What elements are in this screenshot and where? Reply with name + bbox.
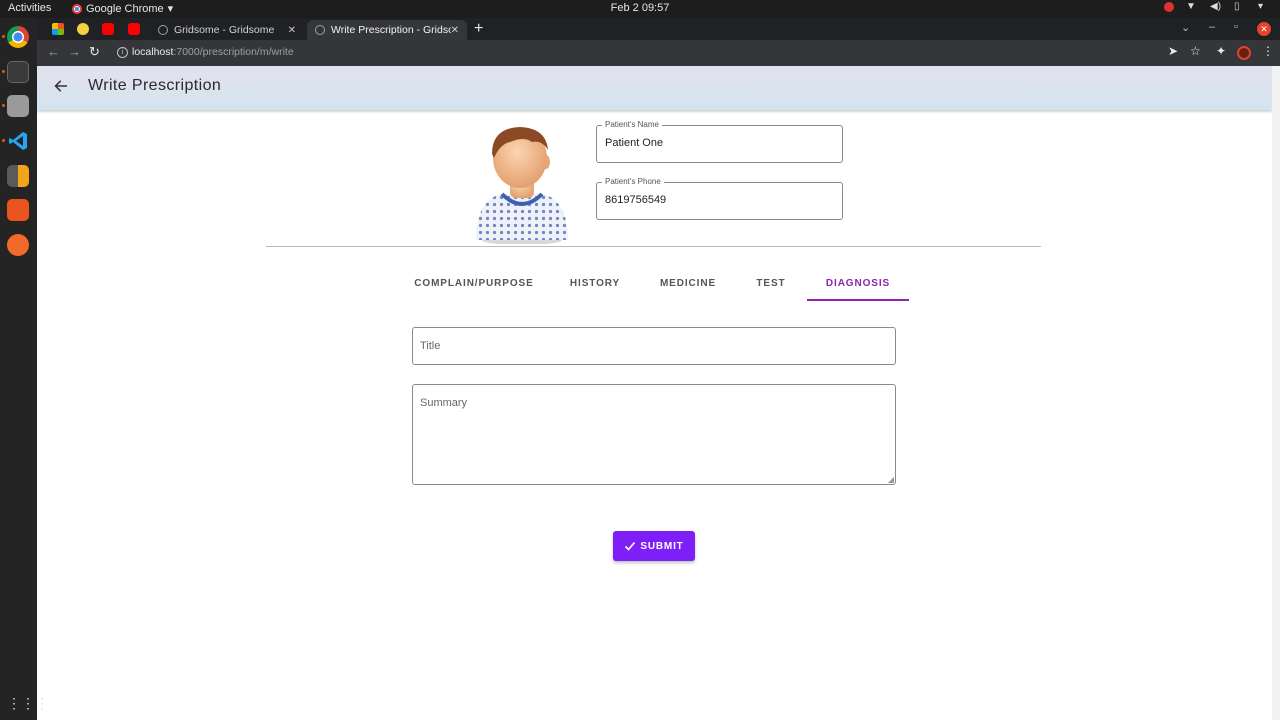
- app-header: Write Prescription: [37, 66, 1272, 110]
- microsoft-icon[interactable]: [52, 23, 64, 35]
- tab-test[interactable]: TEST: [743, 270, 799, 301]
- vscode-icon[interactable]: [7, 130, 29, 152]
- prescription-tabs: COMPLAIN/PURPOSE HISTORY MEDICINE TEST D…: [400, 270, 910, 301]
- submit-button[interactable]: SUBMIT: [613, 531, 695, 561]
- tab-search-icon[interactable]: ⌄: [1181, 21, 1190, 34]
- extensions-icon[interactable]: ✦: [1216, 44, 1226, 58]
- new-tab-button[interactable]: +: [474, 20, 483, 38]
- system-top-bar: Activities Google Chrome ▾ Feb 2 09:57 ▼…: [0, 0, 1280, 18]
- patient-name-value: Patient One: [605, 137, 664, 149]
- patient-name-field[interactable]: Patient's Name Patient One: [596, 120, 843, 163]
- page-scrollbar[interactable]: [1272, 66, 1280, 720]
- do-not-disturb-icon: [1164, 2, 1174, 12]
- section-divider: [266, 246, 1041, 247]
- software-center-icon[interactable]: [7, 199, 29, 221]
- pinned-tab-icon[interactable]: [77, 23, 89, 35]
- site-info-icon[interactable]: i: [117, 47, 128, 58]
- chrome-icon[interactable]: [7, 26, 29, 48]
- browser-tab-strip: Gridsome - Gridsome ✕ Write Prescription…: [37, 18, 1280, 40]
- patient-phone-field[interactable]: Patient's Phone 8619756549: [596, 177, 843, 220]
- chevron-down-icon: ▾: [1258, 1, 1264, 12]
- browser-tab[interactable]: Gridsome - Gridsome ✕: [150, 20, 304, 40]
- url-path: :7000/prescription/m/write: [173, 46, 294, 58]
- back-icon[interactable]: ←: [47, 44, 60, 59]
- check-icon: [625, 541, 636, 551]
- running-indicator: [2, 35, 5, 38]
- tab-medicine[interactable]: MEDICINE: [648, 270, 728, 301]
- chevron-down-icon: ▾: [167, 3, 174, 15]
- title-placeholder: Title: [420, 340, 441, 352]
- terminal-icon[interactable]: [7, 61, 29, 83]
- send-icon[interactable]: ➤: [1168, 44, 1178, 58]
- volume-icon: ◀): [1210, 1, 1222, 12]
- forward-icon[interactable]: →: [68, 44, 81, 59]
- app-menu-label: Google Chrome: [86, 2, 164, 15]
- running-indicator: [2, 70, 5, 73]
- youtube-icon[interactable]: [128, 23, 140, 35]
- system-tray[interactable]: ▼ ◀) ▯ ▾: [1164, 2, 1270, 12]
- activities-button[interactable]: Activities: [8, 2, 51, 14]
- summary-placeholder: Summary: [420, 397, 468, 409]
- close-icon[interactable]: ✕: [451, 25, 459, 36]
- restore-icon[interactable]: ▫: [1234, 21, 1238, 33]
- diagnosis-title-input[interactable]: Title: [412, 327, 896, 365]
- tab-history[interactable]: HISTORY: [560, 270, 630, 301]
- youtube-icon[interactable]: [102, 23, 114, 35]
- patient-name-label: Patient's Name: [602, 120, 662, 130]
- running-indicator: [2, 139, 5, 142]
- tab-complain-purpose[interactable]: COMPLAIN/PURPOSE: [400, 270, 548, 301]
- address-bar[interactable]: localhost:7000/prescription/m/write: [132, 46, 294, 58]
- wifi-icon: ▼: [1186, 1, 1196, 12]
- browser-toolbar: ← → ↻ i localhost:7000/prescription/m/wr…: [37, 40, 1280, 66]
- close-window-button[interactable]: ✕: [1257, 22, 1271, 36]
- app-menu[interactable]: Google Chrome ▾: [72, 2, 173, 15]
- url-host: localhost: [132, 46, 174, 58]
- page-title: Write Prescription: [88, 77, 222, 94]
- bookmark-star-icon[interactable]: ☆: [1190, 44, 1201, 58]
- kebab-menu-icon[interactable]: ⋮: [1262, 44, 1274, 58]
- browser-tab-active[interactable]: Write Prescription - Gridsome ✕: [307, 20, 467, 40]
- tab-title: Gridsome - Gridsome: [174, 24, 275, 36]
- globe-icon: [158, 25, 168, 35]
- diagnosis-summary-textarea[interactable]: Summary ◢: [412, 384, 896, 485]
- globe-icon: [315, 25, 325, 35]
- show-applications-icon[interactable]: ⋮⋮⋮: [7, 692, 49, 714]
- arrow-back-icon[interactable]: [53, 78, 69, 94]
- minimize-icon[interactable]: –: [1209, 21, 1215, 33]
- drawing-app-icon[interactable]: [7, 234, 29, 256]
- patient-avatar: [476, 127, 568, 244]
- reload-icon[interactable]: ↻: [89, 44, 100, 60]
- running-indicator: [2, 104, 5, 107]
- dock: ⋮⋮⋮: [0, 18, 49, 720]
- patient-phone-value: 8619756549: [605, 194, 667, 206]
- chrome-icon: [72, 3, 82, 14]
- battery-icon: ▯: [1234, 1, 1240, 12]
- calculator-icon[interactable]: [7, 165, 29, 187]
- tab-title: Write Prescription - Gridsome: [331, 24, 451, 36]
- patient-phone-label: Patient's Phone: [602, 177, 664, 187]
- close-icon[interactable]: ✕: [288, 25, 296, 36]
- system-clock[interactable]: Feb 2 09:57: [0, 2, 1280, 14]
- tab-diagnosis[interactable]: DIAGNOSIS: [807, 270, 909, 301]
- profile-avatar[interactable]: [1237, 46, 1251, 60]
- files-icon[interactable]: [7, 95, 29, 117]
- resize-handle-icon[interactable]: ◢: [888, 475, 894, 484]
- submit-label: SUBMIT: [640, 540, 684, 552]
